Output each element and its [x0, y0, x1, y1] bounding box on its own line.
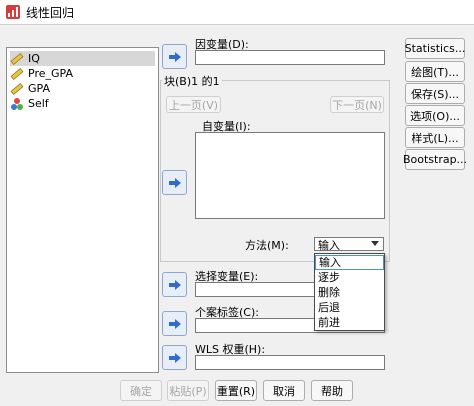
help-button[interactable]: 帮助 — [311, 380, 353, 401]
next-block-button[interactable]: 下一页(N) — [330, 96, 384, 113]
move-to-independent-button[interactable] — [162, 170, 187, 195]
method-option-enter[interactable]: 输入 — [315, 255, 384, 270]
save-button[interactable]: 保存(S)... — [405, 83, 465, 104]
independent-list[interactable] — [195, 132, 385, 219]
title-bar: 线性回归 — [0, 0, 474, 25]
window-title: 线性回归 — [26, 6, 75, 20]
statistics-button[interactable]: Statistics... — [405, 38, 465, 59]
arrow-right-icon — [168, 177, 181, 188]
spss-app-icon — [6, 5, 20, 19]
chevron-down-icon — [371, 241, 379, 246]
arrow-right-icon — [168, 318, 181, 329]
ruler-icon — [10, 52, 24, 65]
options-button[interactable]: 选项(O)... — [405, 105, 465, 126]
method-selected-value: 输入 — [318, 239, 340, 252]
nominal-icon — [11, 97, 23, 110]
variable-label: Self — [28, 97, 49, 110]
bootstrap-button[interactable]: Bootstrap... — [403, 149, 467, 170]
method-select[interactable]: 输入 — [314, 237, 384, 252]
cancel-button[interactable]: 取消 — [263, 380, 305, 401]
variable-list[interactable]: IQ Pre_GPA GPA Self — [6, 47, 159, 373]
method-option-stepwise[interactable]: 逐步 — [315, 270, 384, 285]
ruler-icon — [10, 82, 24, 95]
variable-item-iq[interactable]: IQ — [10, 51, 155, 66]
variable-item-gpa[interactable]: GPA — [10, 81, 155, 96]
dependent-field[interactable] — [195, 50, 385, 65]
move-to-case-labels-button[interactable] — [162, 311, 187, 336]
variable-label: GPA — [28, 82, 50, 95]
method-dropdown-list[interactable]: 输入 逐步 删除 后退 前进 — [314, 253, 385, 331]
method-option-remove[interactable]: 删除 — [315, 285, 384, 300]
ruler-icon — [10, 67, 24, 80]
variable-label: Pre_GPA — [28, 67, 73, 80]
variable-label: IQ — [28, 52, 40, 65]
linear-regression-dialog: 线性回归 IQ Pre_GPA GPA Self 因变量(D): 块(B)1 的… — [0, 0, 474, 406]
ok-button[interactable]: 确定 — [120, 380, 162, 401]
variable-item-self[interactable]: Self — [10, 96, 155, 111]
wls-weight-field[interactable] — [195, 355, 385, 370]
method-option-backward[interactable]: 后退 — [315, 300, 384, 315]
move-to-dependent-button[interactable] — [162, 44, 187, 69]
variable-item-pre-gpa[interactable]: Pre_GPA — [10, 66, 155, 81]
plots-button[interactable]: 绘图(T)... — [405, 61, 465, 82]
arrow-right-icon — [168, 279, 181, 290]
move-to-selection-button[interactable] — [162, 272, 187, 297]
method-label: 方法(M): — [245, 239, 289, 252]
previous-block-button[interactable]: 上一页(V) — [166, 96, 221, 113]
arrow-right-icon — [168, 51, 181, 62]
paste-button[interactable]: 粘贴(P) — [167, 380, 209, 401]
move-to-wls-weight-button[interactable] — [162, 345, 187, 370]
block-title: 块(B)1 的1 — [162, 73, 222, 89]
style-button[interactable]: 样式(L)... — [405, 127, 465, 148]
arrow-right-icon — [168, 352, 181, 363]
method-option-forward[interactable]: 前进 — [315, 315, 384, 330]
reset-button[interactable]: 重置(R) — [215, 380, 257, 401]
